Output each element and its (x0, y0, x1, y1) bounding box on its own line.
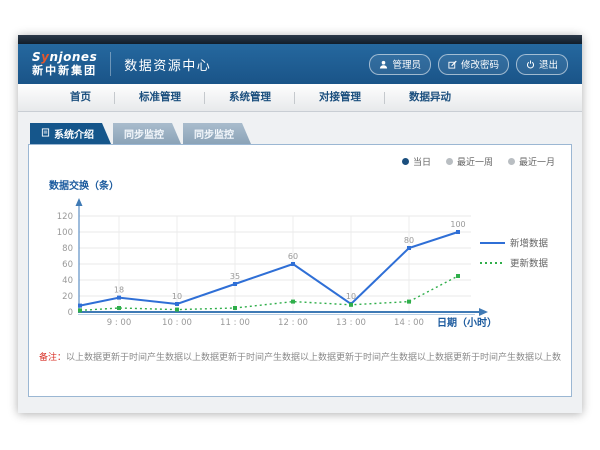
range-filter-label: 最近一周 (457, 155, 493, 168)
range-filter-last-week[interactable]: 最近一周 (446, 155, 493, 168)
radio-selected-icon (402, 158, 409, 165)
tab-bar: 系统介绍 同步监控 同步监控 (30, 123, 572, 144)
change-password-button[interactable]: 修改密码 (438, 54, 509, 75)
change-password-button-label: 修改密码 (461, 57, 499, 71)
header-divider (110, 52, 111, 76)
svg-text:9 : 00: 9 : 00 (107, 318, 132, 328)
content-area: 系统介绍 同步监控 同步监控 当日 最近一周 (18, 112, 582, 413)
logout-button[interactable]: 退出 (516, 54, 568, 75)
svg-text:新增数据: 新增数据 (510, 238, 549, 250)
svg-text:20: 20 (62, 292, 73, 302)
nav-item-standard-mgmt[interactable]: 标准管理 (115, 84, 205, 111)
footnote-text: 以上数据更新于时间产生数据以上数据更新于时间产生数据以上数据更新于时间产生数据以… (66, 353, 561, 363)
svg-text:11 : 00: 11 : 00 (220, 318, 250, 328)
user-icon (379, 60, 388, 69)
range-filter-last-month[interactable]: 最近一月 (508, 155, 555, 168)
radio-unselected-icon (508, 158, 515, 165)
footnote-label: 备注： (39, 353, 66, 363)
user-button[interactable]: 管理员 (369, 54, 431, 75)
tab-label: 同步监控 (124, 126, 164, 141)
svg-text:18: 18 (114, 286, 124, 295)
y-axis-title: 数据交换（条） (49, 177, 561, 192)
svg-text:60: 60 (62, 260, 73, 270)
nav-item-data-change[interactable]: 数据异动 (385, 84, 475, 111)
document-icon (41, 128, 50, 140)
page: Synjones 新中新集团 数据资源中心 管理员 修改密码 (0, 0, 600, 450)
window-top-strip (18, 35, 582, 44)
svg-text:14 : 00: 14 : 00 (394, 318, 424, 328)
page-title: 数据资源中心 (124, 55, 362, 74)
user-button-label: 管理员 (392, 57, 421, 71)
tab-system-intro[interactable]: 系统介绍 (30, 123, 111, 144)
nav-item-interface-mgmt[interactable]: 对接管理 (295, 84, 385, 111)
svg-text:10: 10 (172, 292, 182, 301)
svg-text:10 : 00: 10 : 00 (162, 318, 192, 328)
range-filter-label: 最近一月 (519, 155, 555, 168)
chart-panel: 当日 最近一周 最近一月 数据交换（条） 0 20 40 60 80 100 120 9 : … (28, 144, 572, 397)
logo-wordmark: Synjones (32, 51, 97, 65)
footnote: 备注：以上数据更新于时间产生数据以上数据更新于时间产生数据以上数据更新于时间产生… (39, 350, 561, 363)
svg-text:100: 100 (57, 228, 73, 238)
svg-text:更新数据: 更新数据 (510, 258, 549, 270)
company-logo: Synjones 新中新集团 (32, 51, 97, 77)
range-filter-label: 当日 (413, 155, 431, 168)
svg-text:13 : 00: 13 : 00 (336, 318, 366, 328)
svg-text:10: 10 (346, 292, 356, 301)
logo-subtitle: 新中新集团 (32, 65, 97, 78)
edit-icon (448, 60, 457, 69)
svg-text:60: 60 (288, 252, 298, 261)
svg-text:12 : 00: 12 : 00 (278, 318, 308, 328)
line-chart: 0 20 40 60 80 100 120 9 : 00 10 : 00 11 : 00 12 : … (39, 194, 561, 342)
app-header: Synjones 新中新集团 数据资源中心 管理员 修改密码 (18, 44, 582, 84)
svg-text:80: 80 (404, 236, 414, 245)
nav-item-home[interactable]: 首页 (46, 84, 115, 111)
svg-text:0: 0 (68, 308, 73, 318)
range-filter-group: 当日 最近一周 最近一月 (402, 155, 555, 168)
app-window: Synjones 新中新集团 数据资源中心 管理员 修改密码 (18, 35, 582, 413)
svg-text:80: 80 (62, 244, 73, 254)
power-icon (526, 60, 535, 69)
svg-text:日期（小时）: 日期（小时） (437, 316, 497, 329)
svg-text:100: 100 (450, 220, 465, 229)
logout-button-label: 退出 (539, 57, 558, 71)
radio-unselected-icon (446, 158, 453, 165)
tab-sync-monitor-1[interactable]: 同步监控 (113, 123, 181, 144)
svg-text:40: 40 (62, 276, 73, 286)
main-nav: 首页 标准管理 系统管理 对接管理 数据异动 (18, 84, 582, 112)
svg-text:120: 120 (57, 212, 73, 222)
tab-sync-monitor-2[interactable]: 同步监控 (183, 123, 251, 144)
svg-text:35: 35 (230, 272, 240, 281)
tab-label: 系统介绍 (54, 126, 94, 141)
range-filter-today[interactable]: 当日 (402, 155, 431, 168)
nav-item-system-mgmt[interactable]: 系统管理 (205, 84, 295, 111)
tab-label: 同步监控 (194, 126, 234, 141)
